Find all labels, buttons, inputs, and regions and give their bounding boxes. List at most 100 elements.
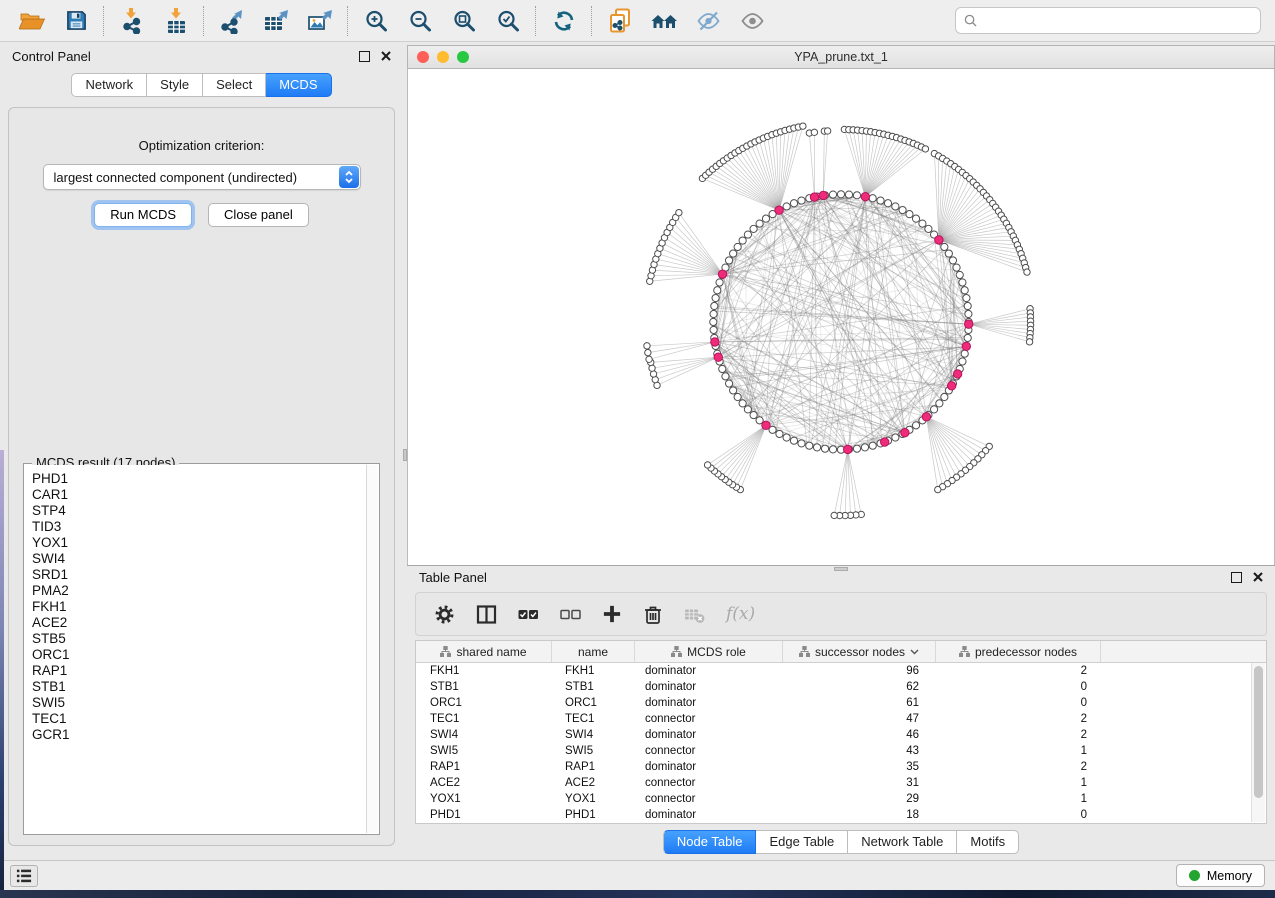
memory-button[interactable]: Memory (1176, 864, 1265, 887)
mcds-result-item[interactable]: PHD1 (32, 471, 366, 487)
delete-column-button[interactable] (643, 604, 663, 625)
table-row[interactable]: ACE2ACE2connector311 (416, 775, 1266, 791)
column-header-predecessor-nodes[interactable]: predecessor nodes (936, 641, 1101, 662)
tab-network[interactable]: Network (71, 73, 147, 97)
mcds-result-item[interactable]: PMA2 (32, 583, 366, 599)
table-row[interactable]: PHD1PHD1dominator180 (416, 807, 1266, 823)
add-column-button[interactable] (602, 604, 622, 624)
open-file-button[interactable] (10, 4, 54, 38)
table-cell: 31 (783, 777, 936, 789)
table-cell: 2 (936, 761, 1101, 773)
minimize-window-icon[interactable] (437, 51, 449, 63)
mcds-result-item[interactable]: FKH1 (32, 599, 366, 615)
column-header-MCDS-role[interactable]: MCDS role (635, 641, 783, 662)
run-mcds-button[interactable]: Run MCDS (94, 203, 192, 227)
zoom-selected-button[interactable] (486, 4, 530, 38)
save-session-button[interactable] (54, 4, 98, 38)
close-window-icon[interactable] (417, 51, 429, 63)
mcds-result-item[interactable]: SWI5 (32, 695, 366, 711)
toolbar-separator (103, 6, 105, 36)
mcds-result-item[interactable]: STB5 (32, 631, 366, 647)
table-scrollbar[interactable] (1251, 663, 1265, 822)
mcds-result-item[interactable]: CAR1 (32, 487, 366, 503)
close-panel-icon[interactable] (1253, 572, 1263, 582)
table-cell: 46 (783, 729, 936, 741)
mcds-result-item[interactable]: STB1 (32, 679, 366, 695)
mcds-result-item[interactable]: SRD1 (32, 567, 366, 583)
show-column-panel-button[interactable] (476, 604, 497, 625)
mcds-result-item[interactable]: TID3 (32, 519, 366, 535)
export-network-button[interactable] (210, 4, 254, 38)
mcds-result-item[interactable]: STP4 (32, 503, 366, 519)
import-table-button[interactable] (154, 4, 198, 38)
table-tabs: Node TableEdge TableNetwork TableMotifs (663, 830, 1019, 854)
mcds-result-item[interactable]: RAP1 (32, 663, 366, 679)
tab-node-table[interactable]: Node Table (663, 830, 757, 854)
tab-style[interactable]: Style (147, 73, 203, 97)
deselect-all-button[interactable] (560, 605, 581, 624)
scrollbar-thumb[interactable] (1254, 666, 1263, 798)
network-graph[interactable] (408, 69, 1274, 565)
float-panel-icon[interactable] (359, 51, 370, 62)
first-neighbors-button[interactable] (642, 4, 686, 38)
zoom-in-button[interactable] (354, 4, 398, 38)
toolbar-separator (535, 6, 537, 36)
show-all-button[interactable] (730, 4, 774, 38)
network-view[interactable] (407, 69, 1275, 565)
table-row[interactable]: FKH1FKH1dominator962 (416, 663, 1266, 679)
hide-selected-button[interactable] (686, 4, 730, 38)
table-cell: dominator (635, 809, 783, 821)
refresh-view-button[interactable] (542, 4, 586, 38)
table-row[interactable]: RAP1RAP1dominator352 (416, 759, 1266, 775)
select-all-button[interactable] (518, 605, 539, 624)
table-row[interactable]: ORC1ORC1dominator610 (416, 695, 1266, 711)
network-window-titlebar[interactable]: YPA_prune.txt_1 (407, 45, 1275, 69)
tab-motifs[interactable]: Motifs (957, 830, 1019, 854)
column-header-shared-name[interactable]: shared name (416, 641, 552, 662)
optimization-criterion-select[interactable]: largest connected component (undirected) (43, 164, 361, 190)
table-row[interactable]: SWI4SWI4dominator462 (416, 727, 1266, 743)
table-row[interactable]: TEC1TEC1connector472 (416, 711, 1266, 727)
mcds-result-list[interactable]: PHD1CAR1STP4TID3YOX1SWI4SRD1PMA2FKH1ACE2… (25, 465, 366, 833)
float-panel-icon[interactable] (1231, 572, 1242, 583)
mcds-result-item[interactable]: GCR1 (32, 727, 366, 743)
close-panel-button[interactable]: Close panel (208, 203, 309, 227)
close-panel-icon[interactable] (381, 51, 391, 61)
tab-select[interactable]: Select (203, 73, 266, 97)
duplicate-network-button[interactable] (598, 4, 642, 38)
column-header-successor-nodes[interactable]: successor nodes (783, 641, 936, 662)
task-history-button[interactable] (10, 865, 38, 887)
mcds-result-item[interactable]: ACE2 (32, 615, 366, 631)
table-row[interactable]: YOX1YOX1connector291 (416, 791, 1266, 807)
table-row[interactable]: SWI5SWI5connector431 (416, 743, 1266, 759)
column-label: MCDS role (687, 645, 746, 659)
mcds-list-scrollbar[interactable] (366, 465, 378, 833)
control-panel: Control Panel NetworkStyleSelectMCDS Opt… (0, 45, 403, 860)
maximize-window-icon[interactable] (457, 51, 469, 63)
zoom-out-button[interactable] (398, 4, 442, 38)
table-row[interactable]: STB1STB1dominator620 (416, 679, 1266, 695)
eye-slash-icon (696, 9, 721, 33)
mcds-result-item[interactable]: TEC1 (32, 711, 366, 727)
tab-mcds[interactable]: MCDS (266, 73, 331, 97)
table-cell: RAP1 (416, 761, 552, 773)
delete-table-button[interactable] (684, 605, 705, 624)
column-header-name[interactable]: name (552, 641, 635, 662)
horizontal-splitter-grip[interactable] (834, 567, 848, 571)
import-network-button[interactable] (110, 4, 154, 38)
zoom-fit-button[interactable] (442, 4, 486, 38)
table-cell: 96 (783, 665, 936, 677)
houses-icon (651, 10, 678, 32)
mcds-result-item[interactable]: SWI4 (32, 551, 366, 567)
function-builder-button[interactable]: f(x) (726, 604, 755, 624)
table-cell: YOX1 (416, 793, 552, 805)
export-image-button[interactable] (298, 4, 342, 38)
tab-edge-table[interactable]: Edge Table (756, 830, 848, 854)
export-table-button[interactable] (254, 4, 298, 38)
table-settings-button[interactable] (434, 604, 455, 625)
tab-network-table[interactable]: Network Table (848, 830, 957, 854)
search-input[interactable] (983, 12, 1252, 29)
mcds-result-item[interactable]: YOX1 (32, 535, 366, 551)
table-cell: FKH1 (416, 665, 552, 677)
mcds-result-item[interactable]: ORC1 (32, 647, 366, 663)
